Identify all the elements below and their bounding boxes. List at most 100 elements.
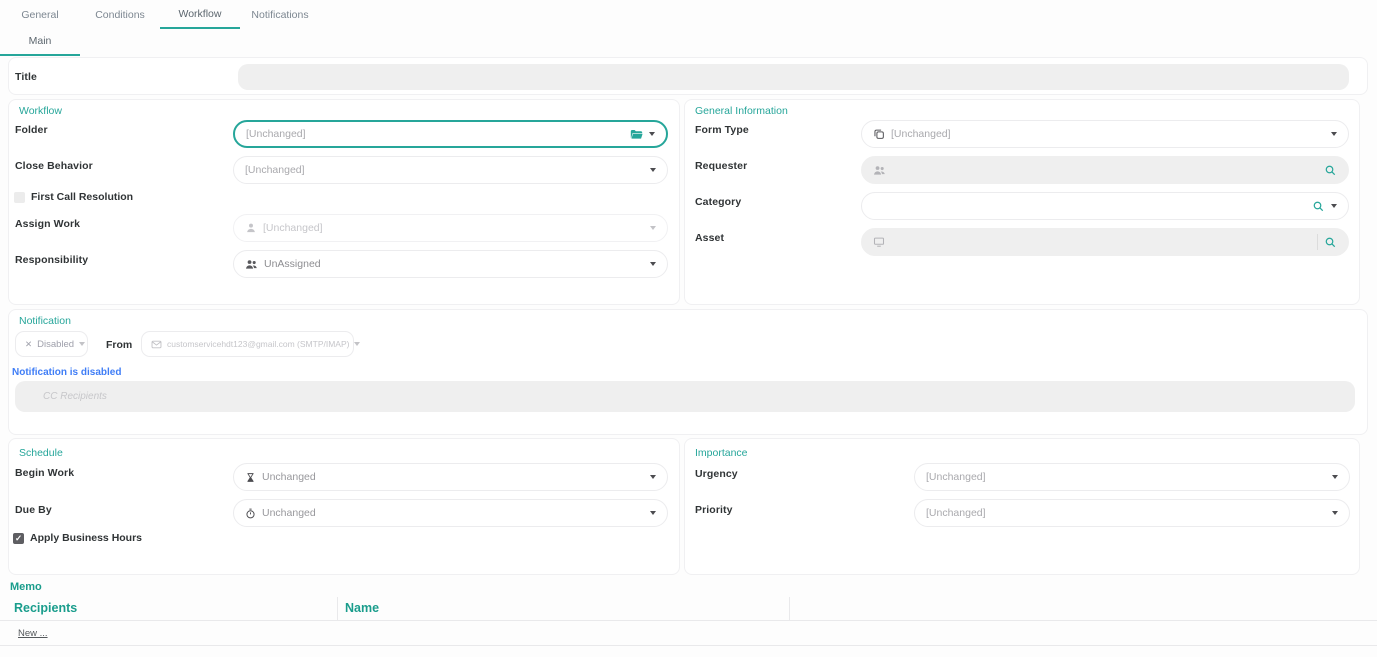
- caret-down-icon: [1332, 475, 1338, 479]
- due-by-value: Unchanged: [262, 507, 644, 519]
- priority-label: Priority: [695, 504, 733, 516]
- begin-work-label: Begin Work: [15, 467, 74, 479]
- search-icon[interactable]: [1324, 236, 1337, 249]
- close-behavior-select[interactable]: [Unchanged]: [233, 156, 668, 184]
- tab-main[interactable]: Main: [0, 27, 80, 56]
- tab-conditions-label: Conditions: [95, 9, 145, 21]
- caret-down-icon: [650, 475, 656, 479]
- assign-work-label: Assign Work: [15, 218, 80, 230]
- from-account-value: customservicehdt123@gmail.com (SMTP/IMAP…: [167, 339, 349, 349]
- folder-value: [Unchanged]: [246, 128, 624, 140]
- stopwatch-icon: [245, 508, 256, 519]
- asset-label: Asset: [695, 232, 724, 244]
- responsibility-label: Responsibility: [15, 254, 88, 266]
- memo-row-border: [0, 645, 1377, 646]
- notification-panel: Notification ✕ Disabled From customservi…: [8, 309, 1368, 435]
- cc-recipients-input[interactable]: CC Recipients: [15, 381, 1355, 412]
- requester-label: Requester: [695, 160, 747, 172]
- caret-down-icon: [354, 342, 360, 346]
- workflow-settings-page: General Conditions Workflow Notification…: [0, 0, 1377, 657]
- priority-select[interactable]: [Unchanged]: [914, 499, 1350, 527]
- close-behavior-label: Close Behavior: [15, 160, 93, 172]
- category-label: Category: [695, 196, 741, 208]
- memo-heading: Memo: [10, 581, 42, 593]
- memo-column-name: Name: [345, 601, 379, 615]
- memo-new-link[interactable]: New ...: [18, 628, 48, 639]
- memo-header-border: [0, 620, 1377, 621]
- tab-main-label: Main: [29, 35, 52, 47]
- people-icon: [245, 258, 258, 271]
- close-behavior-value: [Unchanged]: [245, 164, 644, 176]
- title-panel: Title: [8, 57, 1368, 95]
- search-icon[interactable]: [1312, 200, 1325, 213]
- tab-notifications-label: Notifications: [251, 9, 308, 21]
- schedule-heading: Schedule: [19, 447, 63, 459]
- copy-icon: [873, 128, 885, 140]
- first-call-resolution-checkbox[interactable]: [14, 192, 25, 203]
- first-call-resolution-row: First Call Resolution: [14, 191, 133, 203]
- tab-workflow[interactable]: Workflow: [160, 0, 240, 29]
- assign-work-select[interactable]: [Unchanged]: [233, 214, 668, 242]
- folder-select[interactable]: [Unchanged]: [233, 120, 668, 148]
- begin-work-value: Unchanged: [262, 471, 644, 483]
- notification-heading: Notification: [19, 315, 71, 327]
- people-icon: [873, 164, 886, 177]
- begin-work-select[interactable]: Unchanged: [233, 463, 668, 491]
- requester-input[interactable]: [861, 156, 1349, 184]
- urgency-label: Urgency: [695, 468, 738, 480]
- urgency-value: [Unchanged]: [926, 471, 1326, 483]
- hourglass-icon: [245, 472, 256, 483]
- priority-value: [Unchanged]: [926, 507, 1326, 519]
- caret-down-icon: [650, 511, 656, 515]
- responsibility-select[interactable]: UnAssigned: [233, 250, 668, 278]
- responsibility-value: UnAssigned: [264, 258, 644, 270]
- memo-column-recipients: Recipients: [14, 601, 77, 615]
- tab-workflow-label: Workflow: [179, 8, 222, 20]
- x-icon[interactable]: ✕: [25, 339, 32, 350]
- assign-work-value: [Unchanged]: [263, 222, 644, 234]
- workflow-heading: Workflow: [19, 105, 62, 117]
- caret-down-icon: [649, 132, 655, 136]
- title-label: Title: [15, 71, 37, 83]
- urgency-select[interactable]: [Unchanged]: [914, 463, 1350, 491]
- notification-disabled-message: Notification is disabled: [12, 367, 121, 378]
- memo-column-divider: [789, 597, 790, 620]
- field-divider: [1317, 234, 1318, 250]
- tab-notifications[interactable]: Notifications: [240, 0, 320, 29]
- tab-general-label: General: [21, 9, 58, 21]
- caret-down-icon: [1332, 511, 1338, 515]
- person-icon: [245, 222, 257, 234]
- memo-column-divider: [337, 597, 338, 620]
- tab-conditions[interactable]: Conditions: [80, 0, 160, 29]
- form-type-select[interactable]: [Unchanged]: [861, 120, 1349, 148]
- workflow-panel: Workflow Folder [Unchanged] Close Behavi…: [8, 99, 680, 305]
- from-account-select[interactable]: customservicehdt123@gmail.com (SMTP/IMAP…: [141, 331, 354, 357]
- general-information-panel: General Information Form Type [Unchanged…: [684, 99, 1360, 305]
- form-type-label: Form Type: [695, 124, 749, 136]
- caret-down-icon: [1331, 204, 1337, 208]
- folder-label: Folder: [15, 124, 48, 136]
- caret-down-icon: [650, 168, 656, 172]
- schedule-panel: Schedule Begin Work Unchanged Due By Unc…: [8, 438, 680, 575]
- category-select[interactable]: [861, 192, 1349, 220]
- mail-icon: [151, 339, 162, 350]
- asset-input[interactable]: [861, 228, 1349, 256]
- notification-status-select[interactable]: ✕ Disabled: [15, 331, 88, 357]
- due-by-label: Due By: [15, 504, 52, 516]
- importance-panel: Importance Urgency [Unchanged] Priority …: [684, 438, 1360, 575]
- tab-general[interactable]: General: [0, 0, 80, 29]
- caret-down-icon: [1331, 132, 1337, 136]
- title-input[interactable]: [238, 64, 1349, 90]
- caret-down-icon: [650, 262, 656, 266]
- cc-recipients-placeholder: CC Recipients: [43, 391, 107, 402]
- from-label: From: [106, 339, 132, 351]
- importance-heading: Importance: [695, 447, 748, 459]
- apply-business-hours-checkbox[interactable]: ✓: [13, 533, 24, 544]
- search-icon[interactable]: [1324, 164, 1337, 177]
- apply-business-hours-row: ✓ Apply Business Hours: [13, 532, 142, 544]
- due-by-select[interactable]: Unchanged: [233, 499, 668, 527]
- general-information-heading: General Information: [695, 105, 788, 117]
- monitor-icon: [873, 236, 885, 248]
- apply-business-hours-label: Apply Business Hours: [30, 532, 142, 544]
- first-call-resolution-label: First Call Resolution: [31, 191, 133, 203]
